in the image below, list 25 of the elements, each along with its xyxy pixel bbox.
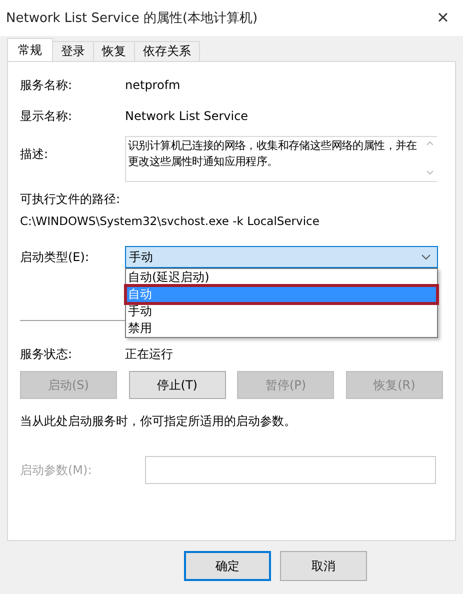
service-button[interactable]: 停止(T) — [128, 371, 226, 399]
note-text: 当从此处启动服务时，你可指定所适用的启动参数。 — [20, 413, 297, 430]
tab[interactable]: 依存关系 — [134, 41, 200, 61]
path-value: C:\WINDOWS\System32\svchost.exe -k LocalService — [20, 214, 320, 228]
dialog-button[interactable]: 取消 — [280, 551, 367, 581]
field-value: Network List Service — [125, 109, 248, 123]
description-text: 识别计算机已连接的网络，收集和存储这些网络的属性，并在更改这些属性时通知应用程序。 — [128, 138, 418, 170]
chevron-down-icon — [421, 254, 431, 260]
dialog-button[interactable]: 确定 — [184, 551, 271, 581]
field-label: 描述: — [20, 146, 50, 163]
window-title: Network List Service 的属性(本地计算机) — [6, 10, 258, 27]
startup-type-dropdown[interactable]: 手动 — [125, 246, 438, 268]
field-label: 服务状态: — [20, 346, 74, 362]
dropdown-option[interactable]: 禁用 — [126, 320, 437, 337]
field-label: 启动参数(M): — [20, 462, 93, 478]
dropdown-option[interactable]: 手动 — [126, 303, 437, 320]
field-label: 可执行文件的路径: — [20, 191, 122, 208]
field-value: netprofm — [125, 78, 180, 92]
close-button[interactable]: × — [423, 3, 463, 33]
dropdown-option[interactable]: 自动(延迟启动) — [126, 269, 437, 286]
field-label: 显示名称: — [20, 108, 74, 124]
field-label: 服务名称: — [20, 76, 74, 94]
status-value: 正在运行 — [125, 346, 173, 362]
field-label: 启动类型(E): — [20, 248, 90, 266]
tab[interactable]: 常规 — [7, 38, 53, 61]
